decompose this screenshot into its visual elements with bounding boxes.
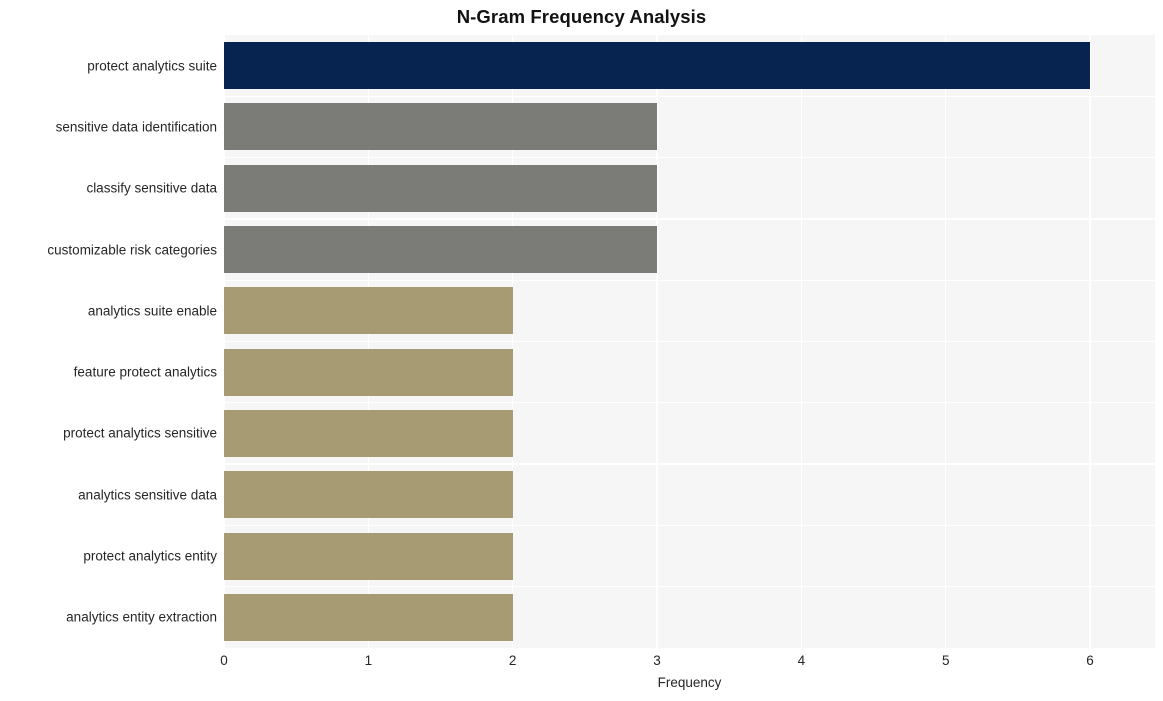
gridline-y-6 (224, 402, 1155, 404)
y-tick-label: analytics entity extraction (66, 609, 217, 625)
x-tick-label: 3 (653, 653, 661, 668)
y-tick-label: feature protect analytics (73, 364, 217, 380)
x-tick-label: 6 (1086, 653, 1094, 668)
y-tick-label: protect analytics suite (87, 58, 217, 74)
bar (224, 164, 658, 212)
bar (224, 409, 513, 457)
gridline-y-3 (224, 218, 1155, 220)
x-tick-label: 4 (797, 653, 806, 668)
gridline-y-8 (224, 524, 1155, 527)
bar (224, 103, 658, 151)
y-tick-label: analytics suite enable (87, 303, 217, 319)
bar (224, 532, 513, 580)
bar (224, 348, 513, 396)
bar (224, 287, 513, 335)
y-tick-label: sensitive data identification (55, 119, 217, 135)
plot-area (223, 35, 1155, 648)
bar (224, 593, 513, 641)
bar (224, 42, 1091, 90)
y-tick-label: analytics sensitive data (78, 487, 217, 503)
gridline-y-5 (224, 340, 1155, 343)
x-tick-label: 1 (364, 653, 373, 668)
x-axis-label: Frequency (657, 675, 722, 690)
y-tick-label: customizable risk categories (47, 242, 217, 258)
y-tick-label: protect analytics entity (83, 548, 217, 564)
x-tick-label: 0 (220, 653, 228, 668)
gridline-y-7 (224, 463, 1155, 465)
gridline-y-2 (224, 156, 1155, 159)
bar (224, 226, 658, 274)
x-tick-label: 2 (508, 653, 517, 668)
bar (224, 471, 513, 519)
gridline-y-4 (224, 279, 1155, 281)
x-tick-label: 5 (941, 653, 950, 668)
y-tick-label: classify sensitive data (86, 180, 217, 196)
chart-figure: N-Gram Frequency Analysis protect analyt… (0, 0, 1163, 701)
y-tick-label: protect analytics sensitive (63, 425, 217, 441)
gridline-y-1 (224, 95, 1155, 97)
chart-title: N-Gram Frequency Analysis (456, 6, 707, 27)
gridline-y-9 (224, 586, 1155, 588)
